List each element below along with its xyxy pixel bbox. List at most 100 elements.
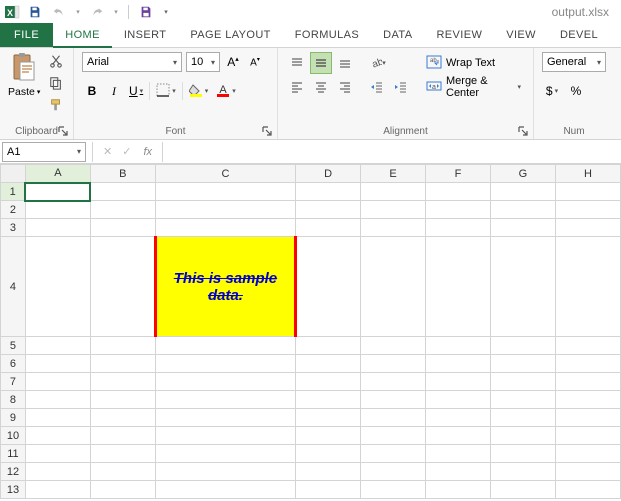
cell-C6[interactable] — [155, 355, 295, 373]
cell-C2[interactable] — [155, 201, 295, 219]
cell-H5[interactable] — [555, 337, 620, 355]
cell-F6[interactable] — [426, 355, 491, 373]
row-header-13[interactable]: 13 — [1, 481, 26, 499]
cell-B3[interactable] — [90, 219, 155, 237]
cell-B10[interactable] — [90, 427, 155, 445]
name-box[interactable]: A1▾ — [2, 142, 86, 162]
cell-G6[interactable] — [490, 355, 555, 373]
col-header-B[interactable]: B — [90, 165, 155, 183]
merge-center-button[interactable]: a Merge & Center ▾ — [422, 76, 525, 98]
row-header-1[interactable]: 1 — [1, 183, 26, 201]
row-header-7[interactable]: 7 — [1, 373, 26, 391]
cell-F9[interactable] — [426, 409, 491, 427]
cell-A9[interactable] — [25, 409, 90, 427]
row-header-5[interactable]: 5 — [1, 337, 26, 355]
accounting-format-button[interactable]: $▾ — [542, 80, 562, 102]
cell-B8[interactable] — [90, 391, 155, 409]
cell-F4[interactable] — [426, 237, 491, 337]
cell-G9[interactable] — [490, 409, 555, 427]
cell-A4[interactable] — [25, 237, 90, 337]
cell-H1[interactable] — [555, 183, 620, 201]
cell-C12[interactable] — [155, 463, 295, 481]
cell-G2[interactable] — [490, 201, 555, 219]
cell-B4[interactable] — [90, 237, 155, 337]
undo-dropdown[interactable]: ▾ — [74, 3, 82, 21]
formula-input[interactable] — [167, 142, 621, 162]
cell-F7[interactable] — [426, 373, 491, 391]
tab-home[interactable]: HOME — [53, 24, 112, 48]
cell-C4[interactable]: This is sample data. — [155, 237, 295, 337]
tab-file[interactable]: FILE — [0, 23, 53, 47]
cell-A2[interactable] — [25, 201, 90, 219]
cell-D5[interactable] — [296, 337, 361, 355]
cell-E3[interactable] — [361, 219, 426, 237]
cell-D8[interactable] — [296, 391, 361, 409]
row-header-6[interactable]: 6 — [1, 355, 26, 373]
cut-button[interactable] — [46, 52, 66, 72]
cell-H3[interactable] — [555, 219, 620, 237]
cell-A1[interactable] — [25, 183, 90, 201]
copy-button[interactable] — [46, 74, 66, 94]
cell-B11[interactable] — [90, 445, 155, 463]
italic-button[interactable]: I — [104, 80, 124, 102]
increase-indent-button[interactable] — [390, 76, 412, 98]
cell-E2[interactable] — [361, 201, 426, 219]
qat-customize-dropdown[interactable]: ▾ — [161, 3, 171, 21]
cell-G8[interactable] — [490, 391, 555, 409]
underline-button[interactable]: U▾ — [126, 80, 146, 102]
borders-button[interactable]: ▾ — [153, 80, 179, 102]
wrap-text-button[interactable]: ab Wrap Text — [422, 52, 525, 74]
cell-C7[interactable] — [155, 373, 295, 391]
cell-F2[interactable] — [426, 201, 491, 219]
col-header-F[interactable]: F — [426, 165, 491, 183]
undo-button[interactable] — [50, 3, 68, 21]
bold-button[interactable]: B — [82, 80, 102, 102]
cell-D11[interactable] — [296, 445, 361, 463]
cell-H10[interactable] — [555, 427, 620, 445]
cell-A5[interactable] — [25, 337, 90, 355]
row-header-2[interactable]: 2 — [1, 201, 26, 219]
cell-F12[interactable] — [426, 463, 491, 481]
cell-G10[interactable] — [490, 427, 555, 445]
cell-A11[interactable] — [25, 445, 90, 463]
redo-dropdown[interactable]: ▾ — [112, 3, 120, 21]
cancel-formula-button[interactable]: ✕ — [103, 145, 112, 158]
col-header-G[interactable]: G — [490, 165, 555, 183]
font-size-selector[interactable]: 10▾ — [186, 52, 220, 72]
cell-G5[interactable] — [490, 337, 555, 355]
save-alt-button[interactable] — [137, 3, 155, 21]
cell-D10[interactable] — [296, 427, 361, 445]
cell-E6[interactable] — [361, 355, 426, 373]
align-right-button[interactable] — [334, 76, 356, 98]
decrease-indent-button[interactable] — [366, 76, 388, 98]
cell-C5[interactable] — [155, 337, 295, 355]
cell-C13[interactable] — [155, 481, 295, 499]
cell-A13[interactable] — [25, 481, 90, 499]
redo-button[interactable] — [88, 3, 106, 21]
cell-B2[interactable] — [90, 201, 155, 219]
cell-A7[interactable] — [25, 373, 90, 391]
cell-H2[interactable] — [555, 201, 620, 219]
cell-G12[interactable] — [490, 463, 555, 481]
cell-H7[interactable] — [555, 373, 620, 391]
spreadsheet-grid[interactable]: A B C D E F G H 1 2 3 4This is sample da… — [0, 164, 621, 499]
cell-D12[interactable] — [296, 463, 361, 481]
enter-formula-button[interactable]: ✓ — [122, 145, 131, 158]
cell-D2[interactable] — [296, 201, 361, 219]
cell-F10[interactable] — [426, 427, 491, 445]
decrease-font-size-button[interactable]: A▾ — [246, 52, 264, 72]
cell-G4[interactable] — [490, 237, 555, 337]
row-header-3[interactable]: 3 — [1, 219, 26, 237]
cell-C10[interactable] — [155, 427, 295, 445]
number-format-selector[interactable]: General▾ — [542, 52, 606, 72]
select-all-corner[interactable] — [1, 165, 26, 183]
tab-view[interactable]: VIEW — [494, 23, 548, 47]
cell-B6[interactable] — [90, 355, 155, 373]
align-bottom-button[interactable] — [334, 52, 356, 74]
align-top-button[interactable] — [286, 52, 308, 74]
cell-G1[interactable] — [490, 183, 555, 201]
align-left-button[interactable] — [286, 76, 308, 98]
cell-H12[interactable] — [555, 463, 620, 481]
cell-D4[interactable] — [296, 237, 361, 337]
cell-E13[interactable] — [361, 481, 426, 499]
